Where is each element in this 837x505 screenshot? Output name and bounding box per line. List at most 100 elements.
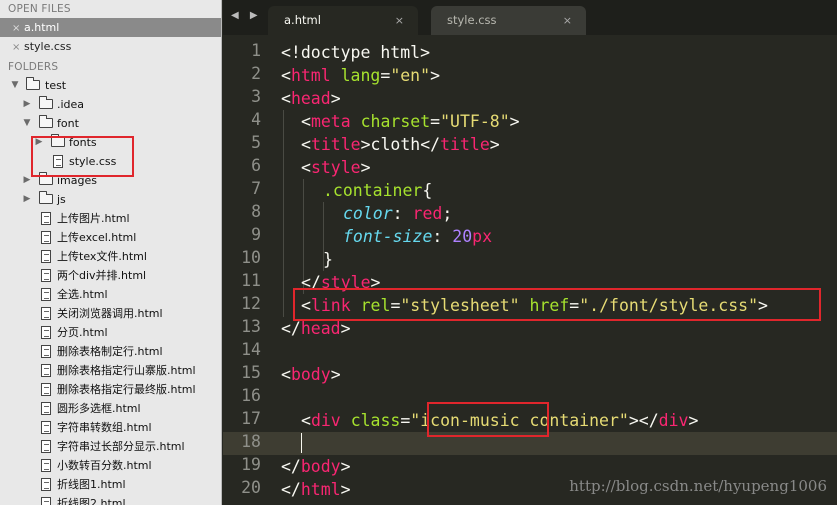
tree-file[interactable]: 折线图2.html	[0, 494, 221, 505]
tree-label: style.css	[69, 155, 117, 168]
close-icon[interactable]: ×	[12, 19, 24, 38]
line-number: 1	[251, 41, 261, 60]
code-token: <	[281, 365, 291, 384]
chevron-right-icon[interactable]: ▶	[34, 133, 44, 152]
tree-file[interactable]: 上传图片.html	[0, 209, 221, 228]
code-token: "./font/style.css"	[579, 296, 759, 315]
folder-tree: ▼ test ▶ .idea ▼ font ▶ fonts style.css	[0, 76, 221, 505]
tree-label: images	[57, 174, 97, 187]
line-number: 7	[251, 179, 261, 198]
folders-header: FOLDERS	[8, 61, 59, 73]
tree-folder-font[interactable]: ▼ font	[0, 114, 221, 133]
chevron-right-icon[interactable]: ▶	[22, 95, 32, 114]
code-token: div	[310, 411, 341, 430]
code-line: <title>cloth</title>	[301, 133, 500, 156]
tree-file[interactable]: 删除表格制定行.html	[0, 342, 221, 361]
close-icon[interactable]: ×	[395, 6, 404, 35]
line-number: 12	[241, 294, 261, 313]
line-number: 15	[241, 363, 261, 382]
folder-open-icon	[25, 77, 40, 90]
tree-label: js	[57, 193, 66, 206]
file-icon	[41, 212, 51, 225]
code-token: html	[290, 66, 331, 85]
code-token: "stylesheet"	[400, 296, 520, 315]
code-token: meta	[310, 112, 351, 131]
code-line: color: red;	[343, 202, 452, 225]
chevron-down-icon[interactable]: ▼	[22, 114, 32, 133]
tree-file[interactable]: 折线图1.html	[0, 475, 221, 494]
code-line: </html>	[281, 478, 351, 501]
tree-label: 关闭浏览器调用.html	[57, 307, 163, 320]
tree-file[interactable]: 删除表格指定行最终版.html	[0, 380, 221, 399]
code-line: }	[323, 248, 333, 271]
tree-file[interactable]: 全选.html	[0, 285, 221, 304]
tree-label: 两个div并排.html	[57, 269, 147, 282]
code-token: <	[301, 158, 311, 177]
line-number: 4	[251, 110, 261, 129]
code-token: <	[301, 135, 311, 154]
tree-file[interactable]: 小数转百分数.html	[0, 456, 221, 475]
code-token: font-size	[343, 227, 433, 246]
file-icon	[41, 440, 51, 453]
tree-folder-images[interactable]: ▶ images	[0, 171, 221, 190]
tree-file[interactable]: 两个div并排.html	[0, 266, 221, 285]
code-token: >	[330, 89, 341, 108]
code-token: >	[340, 319, 351, 338]
open-file-label: style.css	[24, 40, 72, 53]
code-token: >	[430, 66, 440, 85]
tab-nav-arrows-icon[interactable]: ◀ ▶	[231, 10, 262, 21]
tree-folder-fonts[interactable]: ▶ fonts	[0, 133, 221, 152]
watermark: http://blog.csdn.net/hyupeng1006	[569, 477, 827, 495]
current-line-highlight	[223, 432, 837, 455]
chevron-down-icon[interactable]: ▼	[10, 76, 20, 95]
open-file-style-css[interactable]: × style.css	[0, 37, 221, 56]
tree-folder-test[interactable]: ▼ test	[0, 76, 221, 95]
open-file-a-html[interactable]: × a.html	[0, 18, 221, 37]
tree-file[interactable]: 删除表格指定行山寨版.html	[0, 361, 221, 380]
code-line: font-size: 20px	[343, 225, 492, 248]
tree-label: 折线图1.html	[57, 478, 126, 491]
line-number: 11	[241, 271, 261, 290]
tree-label: 字符串过长部分显示.html	[57, 440, 185, 453]
folder-icon	[38, 172, 53, 185]
tree-folder-idea[interactable]: ▶ .idea	[0, 95, 221, 114]
tree-label: 折线图2.html	[57, 497, 126, 505]
code-token: style	[320, 273, 371, 292]
tab-a-html[interactable]: a.html ×	[268, 6, 418, 35]
tree-file-style-css[interactable]: style.css	[0, 152, 221, 171]
close-icon[interactable]: ×	[12, 38, 24, 57]
code-token: body	[300, 457, 341, 476]
close-icon[interactable]: ×	[563, 6, 572, 35]
code-editor[interactable]: 1 2 3 4 5 6 7 8 9 10 11 12 13 14 15 16 1…	[223, 35, 837, 505]
tree-file[interactable]: 上传excel.html	[0, 228, 221, 247]
tree-file[interactable]: 字符串过长部分显示.html	[0, 437, 221, 456]
chevron-right-icon[interactable]: ▶	[22, 190, 32, 209]
code-line: <body>	[281, 363, 341, 386]
code-token: container"	[519, 411, 629, 430]
tree-file[interactable]: 字符串转数组.html	[0, 418, 221, 437]
code-token: }	[323, 250, 333, 269]
code-token: div	[658, 411, 689, 430]
code-token: >cloth</	[360, 135, 441, 154]
code-token: class	[350, 411, 401, 430]
tree-file[interactable]: 圆形多选框.html	[0, 399, 221, 418]
code-line: <div class="icon-music container"></div>	[301, 409, 698, 432]
tree-file[interactable]: 关闭浏览器调用.html	[0, 304, 221, 323]
code-line: <html lang="en">	[281, 64, 440, 87]
folder-icon	[38, 96, 53, 109]
code-token: >	[688, 411, 699, 430]
code-token: >	[758, 296, 768, 315]
code-token: "	[410, 411, 421, 430]
chevron-right-icon[interactable]: ▶	[22, 171, 32, 190]
tree-folder-js[interactable]: ▶ js	[0, 190, 221, 209]
tree-file[interactable]: 上传tex文件.html	[0, 247, 221, 266]
code-token: "UTF-8"	[440, 112, 510, 131]
file-icon	[41, 250, 51, 263]
code-token: red	[412, 204, 443, 223]
tree-file[interactable]: 分页.html	[0, 323, 221, 342]
sidebar: OPEN FILES × a.html × style.css FOLDERS ▼ …	[0, 0, 222, 505]
code-token: icon-music	[420, 411, 520, 430]
tree-label: 上传excel.html	[57, 231, 137, 244]
tab-style-css[interactable]: style.css ×	[431, 6, 586, 35]
